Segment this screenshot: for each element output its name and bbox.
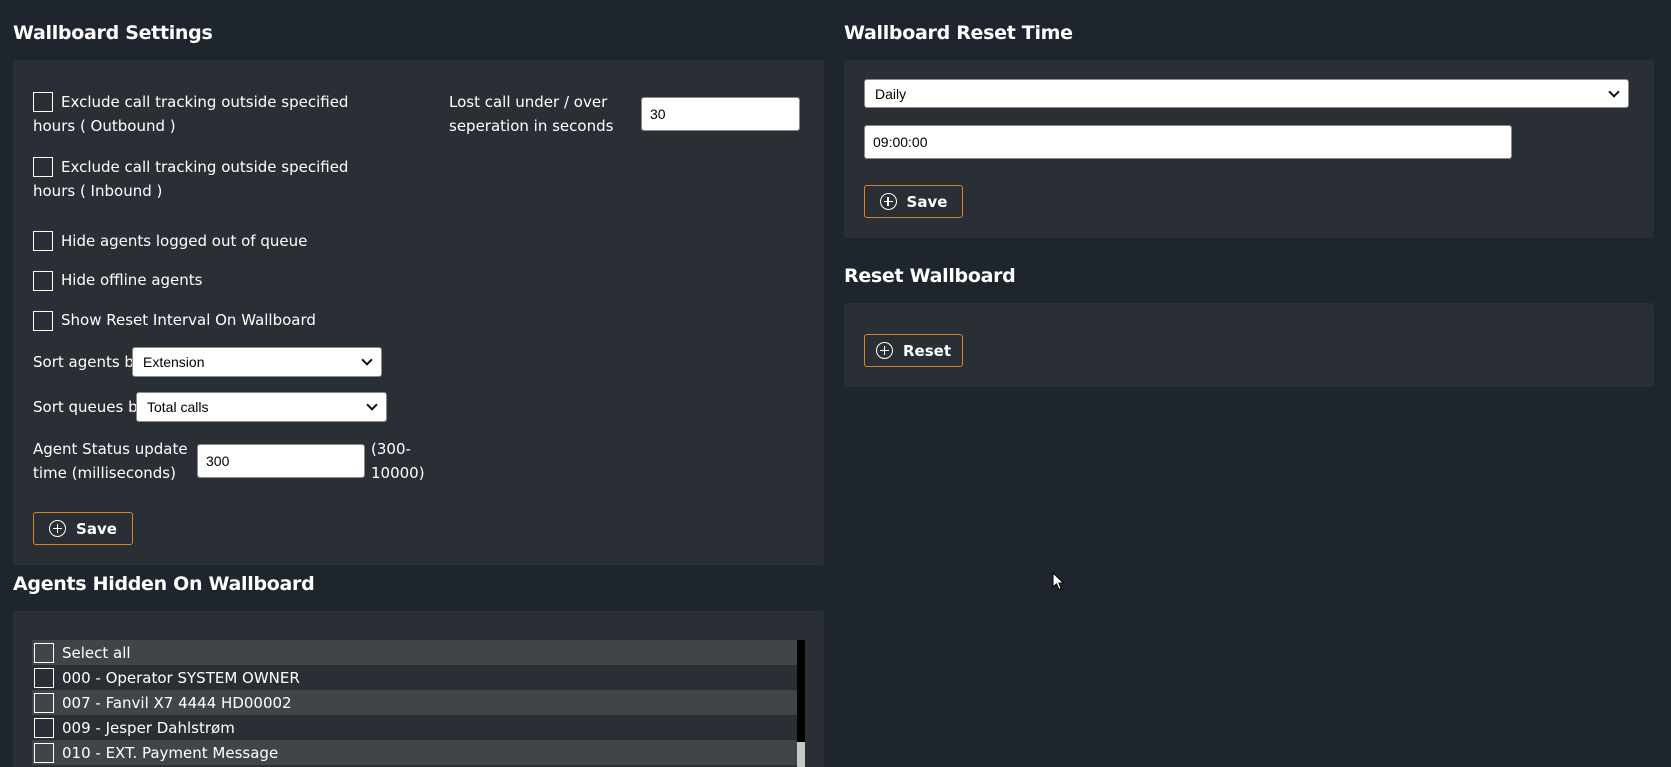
agent-status-range: (300- 10000) xyxy=(371,437,425,485)
sort-queues-label: Sort queues by xyxy=(33,398,147,416)
reset-wallboard-label: Reset xyxy=(903,341,951,360)
hide-offline-label: Hide offline agents xyxy=(61,271,203,289)
reset-time-save-button[interactable]: Save xyxy=(864,185,963,218)
agent-status-range-line2: 10000) xyxy=(371,464,425,482)
reset-time-title: Wallboard Reset Time xyxy=(844,22,1073,44)
exclude-inbound-label: Exclude call tracking outside specified … xyxy=(33,158,349,200)
agent-checkbox[interactable] xyxy=(34,692,54,713)
show-reset-interval-checkbox[interactable] xyxy=(33,311,53,331)
chevron-down-icon xyxy=(361,354,373,366)
exclude-outbound-label: Exclude call tracking outside specified … xyxy=(33,93,349,135)
hide-logged-out-label: Hide agents logged out of queue xyxy=(61,232,308,250)
hide-offline-checkbox[interactable] xyxy=(33,271,53,291)
reset-wallboard-button[interactable]: Reset xyxy=(864,334,963,367)
select-all-label: Select all xyxy=(62,643,131,662)
reset-wallboard-panel xyxy=(844,303,1654,387)
hide-logged-out-checkbox[interactable] xyxy=(33,231,53,251)
agents-hidden-title: Agents Hidden On Wallboard xyxy=(13,573,315,595)
lost-call-label-line2: seperation in seconds xyxy=(449,117,614,135)
list-item[interactable]: 007 - Fanvil X7 4444 HD00002 xyxy=(32,690,804,715)
agent-list: Select all 000 - Operator SYSTEM OWNER 0… xyxy=(32,640,804,767)
sort-agents-value: Extension xyxy=(143,354,205,370)
select-all-row[interactable]: Select all xyxy=(32,640,804,665)
wallboard-settings-title: Wallboard Settings xyxy=(13,22,213,44)
sort-queues-select[interactable]: Total calls xyxy=(136,392,387,422)
settings-save-label: Save xyxy=(76,519,117,538)
agent-label: 007 - Fanvil X7 4444 HD00002 xyxy=(62,693,292,712)
agent-checkbox[interactable] xyxy=(34,742,54,763)
agent-status-label-line2: time (milliseconds) xyxy=(33,464,176,482)
agent-status-label-line1: Agent Status update xyxy=(33,440,188,458)
plus-circle-icon xyxy=(49,520,67,537)
agent-label: 010 - EXT. Payment Message xyxy=(62,743,279,762)
sort-agents-label: Sort agents by xyxy=(33,353,143,371)
sort-queues-value: Total calls xyxy=(147,399,209,415)
show-reset-interval-label: Show Reset Interval On Wallboard xyxy=(61,311,316,329)
reset-time-input[interactable] xyxy=(864,125,1512,159)
agent-status-input[interactable] xyxy=(197,444,365,478)
agent-label: 000 - Operator SYSTEM OWNER xyxy=(62,668,300,687)
mouse-cursor-icon xyxy=(1052,572,1065,591)
select-all-checkbox[interactable] xyxy=(34,642,54,663)
reset-frequency-select[interactable]: Daily xyxy=(864,79,1629,108)
sort-agents-select[interactable]: Extension xyxy=(132,347,382,377)
list-item[interactable]: 009 - Jesper Dahlstrøm xyxy=(32,715,804,740)
agent-checkbox[interactable] xyxy=(34,667,54,688)
agent-status-range-line1: (300- xyxy=(371,440,411,458)
plus-circle-icon xyxy=(876,342,893,359)
agent-list-scroll-thumb[interactable] xyxy=(797,742,805,767)
chevron-down-icon xyxy=(1608,85,1620,98)
agent-checkbox[interactable] xyxy=(34,717,54,738)
reset-wallboard-title: Reset Wallboard xyxy=(844,265,1016,287)
list-item[interactable]: 000 - Operator SYSTEM OWNER xyxy=(32,665,804,690)
agent-status-label: Agent Status update time (milliseconds) xyxy=(33,437,188,485)
lost-call-label: Lost call under / over seperation in sec… xyxy=(449,90,613,138)
lost-call-label-line1: Lost call under / over xyxy=(449,93,608,111)
reset-time-save-label: Save xyxy=(906,192,948,211)
reset-frequency-value: Daily xyxy=(875,85,907,102)
agent-label: 009 - Jesper Dahlstrøm xyxy=(62,718,235,737)
plus-circle-icon xyxy=(879,193,897,210)
lost-call-input[interactable] xyxy=(641,97,800,131)
list-item[interactable]: 010 - EXT. Payment Message xyxy=(32,740,804,765)
chevron-down-icon xyxy=(366,399,378,411)
settings-save-button[interactable]: Save xyxy=(33,512,133,545)
page: Wallboard Settings Exclude call tracking… xyxy=(0,0,1671,767)
